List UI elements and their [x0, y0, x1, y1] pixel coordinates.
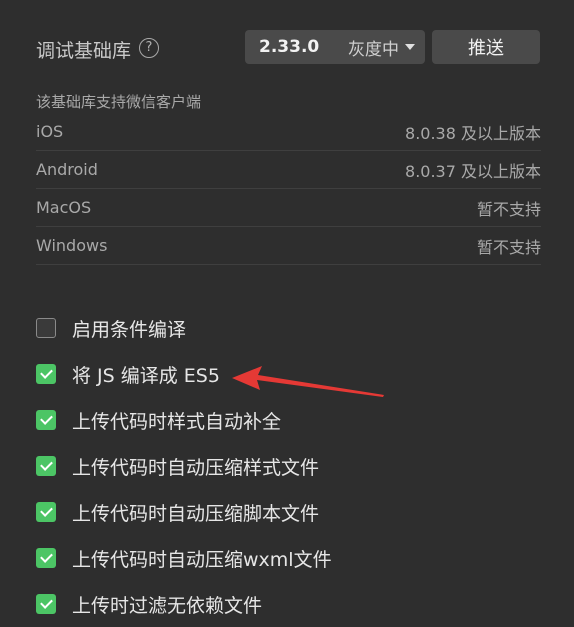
chevron-down-icon: [405, 44, 415, 50]
version-channel-label: 灰度中: [348, 39, 399, 60]
checkbox-checked[interactable]: [36, 594, 56, 614]
option-label: 上传时过滤无依赖文件: [72, 594, 263, 617]
check-icon: [39, 596, 53, 609]
option-label: 上传代码时自动压缩脚本文件: [72, 502, 320, 525]
version-number: 2.33.0: [259, 37, 320, 57]
option-minify-wxml[interactable]: 上传代码时自动压缩wxml文件: [36, 535, 541, 581]
help-icon[interactable]: ?: [139, 38, 159, 58]
base-library-header: 调试基础库 ? 2.33.0 灰度中 推送: [36, 30, 541, 64]
client-name: Android: [36, 160, 98, 179]
table-row: MacOS 暂不支持: [36, 189, 541, 227]
client-name: MacOS: [36, 198, 92, 217]
option-label: 上传代码时自动压缩wxml文件: [72, 548, 332, 571]
option-label: 上传代码时自动压缩样式文件: [72, 456, 320, 479]
option-style-autoprefix[interactable]: 上传代码时样式自动补全: [36, 397, 541, 443]
table-row: iOS 8.0.38 及以上版本: [36, 113, 541, 151]
check-icon: [39, 412, 53, 425]
option-label: 将 JS 编译成 ES5: [72, 364, 220, 387]
option-label: 启用条件编译: [72, 318, 187, 341]
client-support: 暂不支持: [476, 199, 541, 219]
client-name: Windows: [36, 236, 108, 255]
compile-options: 启用条件编译 将 JS 编译成 ES5 上传代码时样式自动补全 上传代码时自动压…: [36, 305, 541, 627]
checkbox-unchecked[interactable]: [36, 318, 56, 338]
client-support-table: iOS 8.0.38 及以上版本 Android 8.0.37 及以上版本 Ma…: [36, 113, 541, 265]
client-name: iOS: [36, 122, 64, 141]
option-conditional-compile[interactable]: 启用条件编译: [36, 305, 541, 351]
client-support: 8.0.37 及以上版本: [405, 161, 541, 181]
push-button[interactable]: 推送: [432, 30, 540, 64]
checkbox-checked[interactable]: [36, 456, 56, 476]
annotation-arrow-icon: [232, 366, 384, 397]
version-channel: 灰度中: [348, 35, 415, 60]
table-row: Android 8.0.37 及以上版本: [36, 151, 541, 189]
option-label: 上传代码时样式自动补全: [72, 410, 282, 433]
checkbox-checked[interactable]: [36, 364, 56, 384]
check-icon: [39, 458, 53, 471]
checkbox-checked[interactable]: [36, 410, 56, 430]
checkbox-checked[interactable]: [36, 548, 56, 568]
checkbox-checked[interactable]: [36, 502, 56, 522]
option-minify-style[interactable]: 上传代码时自动压缩样式文件: [36, 443, 541, 489]
support-title: 该基础库支持微信客户端: [36, 93, 202, 111]
client-support: 暂不支持: [476, 237, 541, 257]
option-minify-script[interactable]: 上传代码时自动压缩脚本文件: [36, 489, 541, 535]
page-title: 调试基础库: [36, 40, 132, 62]
check-icon: [39, 504, 53, 517]
version-select[interactable]: 2.33.0 灰度中: [245, 30, 425, 64]
option-filter-unused-files[interactable]: 上传时过滤无依赖文件: [36, 581, 541, 627]
client-support: 8.0.38 及以上版本: [405, 123, 541, 143]
check-icon: [39, 550, 53, 563]
check-icon: [39, 366, 53, 379]
table-row: Windows 暂不支持: [36, 227, 541, 265]
